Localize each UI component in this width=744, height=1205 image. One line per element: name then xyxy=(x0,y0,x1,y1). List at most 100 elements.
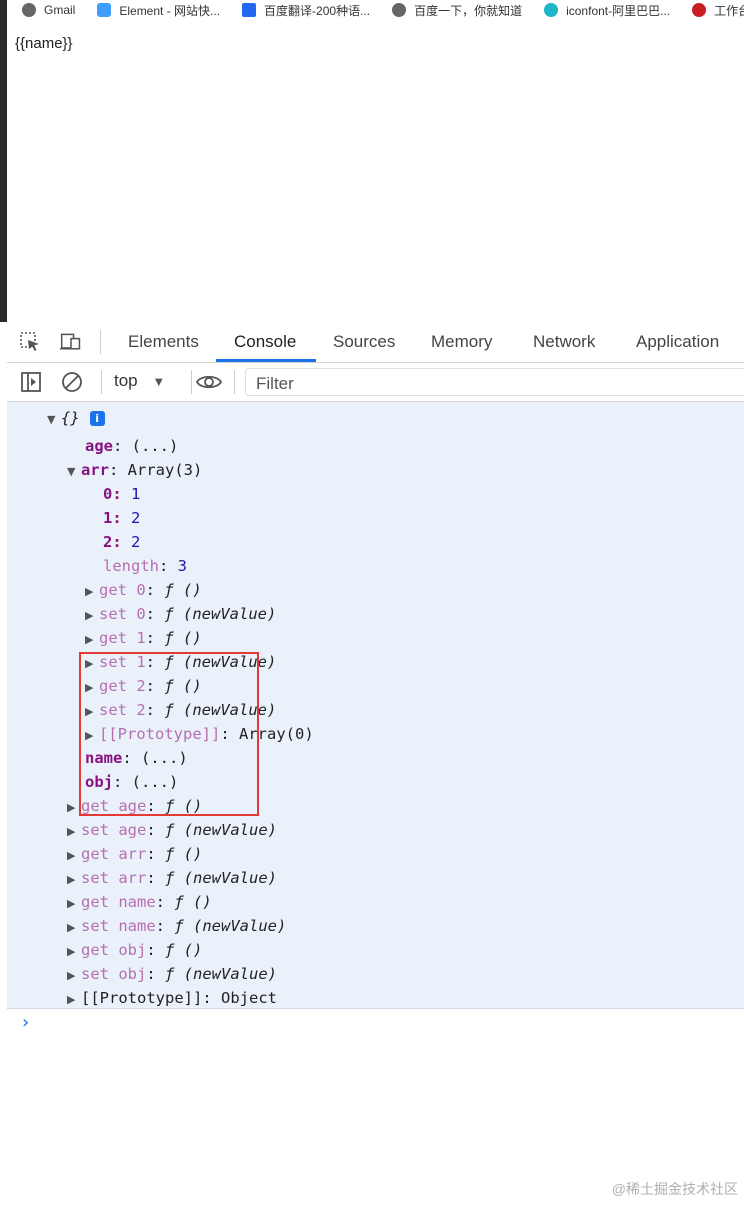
property-value: ƒ () xyxy=(164,677,202,695)
object-header[interactable]: ▼ {} i xyxy=(47,406,105,430)
accessor-row[interactable]: ▶ get 2: ƒ () xyxy=(85,674,202,698)
window-edge xyxy=(0,0,7,322)
property-key: set age xyxy=(81,821,147,839)
device-toolbar-icon[interactable] xyxy=(60,332,82,352)
bookmarks-bar: Gmail Element - 网站快... 百度翻译-200种语... 百度一… xyxy=(0,0,744,20)
bookmark-label: Gmail xyxy=(44,3,76,17)
collapsed-triangle-icon: ▶ xyxy=(67,945,76,958)
accessor-row[interactable]: ▶ set 0: ƒ (newValue) xyxy=(85,602,276,626)
bookmark-element[interactable]: Element - 网站快... xyxy=(97,2,220,19)
property-value: ƒ () xyxy=(174,893,212,911)
accessor-row[interactable]: ▶ get 0: ƒ () xyxy=(85,578,202,602)
context-label: top xyxy=(114,371,138,390)
collapsed-triangle-icon: ▶ xyxy=(85,585,94,598)
property-value: ƒ () xyxy=(164,629,202,647)
property-row[interactable]: obj: (...) xyxy=(85,770,178,794)
globe-icon xyxy=(392,3,407,17)
property-key: get obj xyxy=(81,941,147,959)
accessor-row[interactable]: ▶ set 1: ƒ (newValue) xyxy=(85,650,276,674)
property-key: arr xyxy=(81,461,109,479)
tab-network[interactable]: Network xyxy=(533,322,595,362)
property-value: 2 xyxy=(131,509,141,527)
property-value: : (...) xyxy=(113,437,179,455)
accessor-row[interactable]: ▶ set age: ƒ (newValue) xyxy=(67,818,277,842)
collapsed-triangle-icon: ▶ xyxy=(67,993,76,1006)
property-row[interactable]: age: (...) xyxy=(85,434,178,458)
collapsed-triangle-icon: ▶ xyxy=(67,897,76,910)
property-key: [[Prototype]] xyxy=(81,989,203,1007)
accessor-row[interactable]: ▶ set obj: ƒ (newValue) xyxy=(67,962,277,986)
baidu-translate-icon xyxy=(242,3,257,17)
accessor-row[interactable]: ▶ get 1: ƒ () xyxy=(85,626,202,650)
collapsed-triangle-icon: ▶ xyxy=(85,657,94,670)
filter-input[interactable] xyxy=(254,373,738,395)
collapsed-triangle-icon: ▶ xyxy=(85,633,94,646)
bookmark-baidu-translate[interactable]: 百度翻译-200种语... xyxy=(242,2,370,19)
property-key: get 2 xyxy=(99,677,146,695)
prototype-row[interactable]: ▶ [[Prototype]]: Array(0) xyxy=(85,722,314,746)
bookmark-baidu[interactable]: 百度一下，你就知道 xyxy=(392,2,522,19)
tab-application[interactable]: Application xyxy=(636,322,719,362)
property-key: get arr xyxy=(81,845,147,863)
element-icon xyxy=(97,3,112,17)
tab-elements[interactable]: Elements xyxy=(128,322,199,362)
property-key: set name xyxy=(81,917,156,935)
accessor-row[interactable]: ▶ set arr: ƒ (newValue) xyxy=(67,866,277,890)
property-value: ƒ (newValue) xyxy=(164,701,277,719)
array-element-row: 1: 2 xyxy=(103,509,141,527)
bookmark-iconfont[interactable]: iconfont-阿里巴巴... xyxy=(544,2,670,19)
tab-console[interactable]: Console xyxy=(234,322,296,362)
watermark: @稀土掘金技术社区 xyxy=(611,1181,738,1197)
property-row[interactable]: name: (...) xyxy=(85,746,188,770)
console-prompt-icon[interactable]: › xyxy=(22,1012,29,1033)
accessor-row[interactable]: ▶ set 2: ƒ (newValue) xyxy=(85,698,276,722)
expanded-triangle-icon: ▼ xyxy=(67,465,76,478)
iconfont-icon xyxy=(544,3,559,17)
toolbar-divider xyxy=(100,330,101,354)
eye-icon[interactable] xyxy=(195,371,223,393)
toolbar-divider xyxy=(191,370,192,394)
property-key: length xyxy=(103,557,159,575)
tab-sources[interactable]: Sources xyxy=(333,322,395,362)
property-value: Array(0) xyxy=(239,725,314,743)
console-toolbar: top ▼ xyxy=(7,363,744,402)
property-value: Object xyxy=(221,989,277,1007)
property-value: ƒ () xyxy=(165,845,203,863)
filter-box xyxy=(245,368,744,396)
property-value: : (...) xyxy=(122,749,188,767)
bookmark-label: 百度翻译-200种语... xyxy=(264,3,371,18)
clear-console-icon[interactable] xyxy=(61,371,83,393)
info-icon[interactable]: i xyxy=(89,411,105,426)
collapsed-triangle-icon: ▶ xyxy=(67,801,76,814)
property-key: set 1 xyxy=(99,653,146,671)
bookmark-label: 百度一下，你就知道 xyxy=(414,3,523,18)
accessor-row[interactable]: ▶ get name: ƒ () xyxy=(67,890,212,914)
property-value: ƒ () xyxy=(164,581,202,599)
tab-memory[interactable]: Memory xyxy=(431,322,492,362)
property-key: set obj xyxy=(81,965,147,983)
gmail-icon xyxy=(22,3,36,17)
devtools-panel: Elements Console Sources Memory Network … xyxy=(7,322,744,1205)
property-value: ƒ () xyxy=(165,941,203,959)
property-key: set 2 xyxy=(99,701,146,719)
bookmark-label: iconfont-阿里巴巴... xyxy=(566,3,671,18)
accessor-row[interactable]: ▶ get age: ƒ () xyxy=(67,794,202,818)
bookmark-label: 工作台 xyxy=(714,3,744,18)
property-key: 2 xyxy=(103,533,113,551)
bookmark-gmail[interactable]: Gmail xyxy=(22,3,75,17)
accessor-row[interactable]: ▶ get obj: ƒ () xyxy=(67,938,202,962)
property-row-arr[interactable]: ▼ arr: Array(3) xyxy=(67,458,202,482)
accessor-row[interactable]: ▶ get arr: ƒ () xyxy=(67,842,202,866)
prototype-row[interactable]: ▶ [[Prototype]]: Object xyxy=(67,986,277,1010)
property-key: set 0 xyxy=(99,605,146,623)
bookmark-gitee[interactable]: 工作台 xyxy=(692,2,744,19)
inspect-element-icon[interactable] xyxy=(20,332,42,352)
property-value: : Array(3) xyxy=(109,461,203,479)
array-element-row: 0: 1 xyxy=(103,485,141,503)
property-value: ƒ (newValue) xyxy=(164,605,277,623)
sidebar-toggle-icon[interactable] xyxy=(20,371,42,393)
collapsed-triangle-icon: ▶ xyxy=(85,609,94,622)
accessor-row[interactable]: ▶ set name: ƒ (newValue) xyxy=(67,914,286,938)
gitee-icon xyxy=(692,3,707,17)
context-selector[interactable]: top ▼ xyxy=(114,371,165,391)
